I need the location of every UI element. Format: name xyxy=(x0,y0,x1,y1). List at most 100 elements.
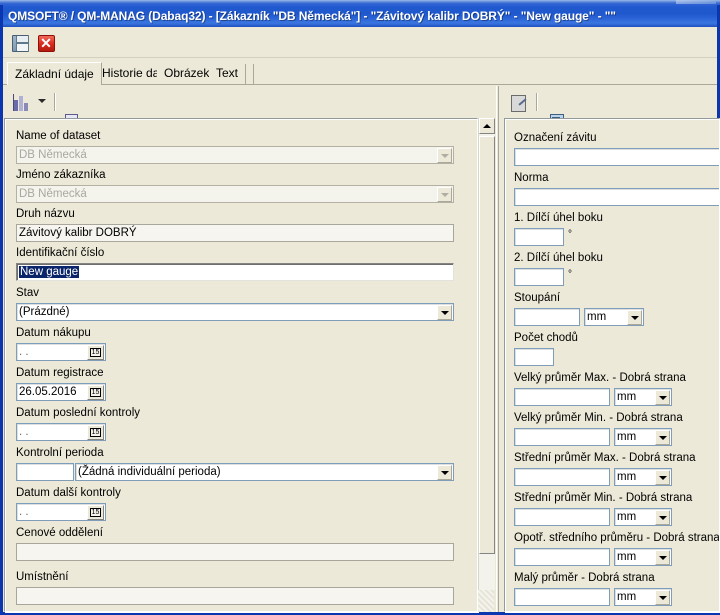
unit-value: mm xyxy=(617,471,637,483)
chevron-down-icon[interactable] xyxy=(655,430,670,445)
tab-zakladni-udaje[interactable]: Základní údaje xyxy=(7,62,102,85)
field-stredni-prumer-min[interactable] xyxy=(514,508,610,526)
label-umistneni: Umístnění xyxy=(16,571,69,583)
field-maly-prumer[interactable] xyxy=(514,588,610,606)
field-oznaceni-zavitu[interactable] xyxy=(514,148,719,166)
left-panel-toolbar xyxy=(4,88,494,150)
chart-bars-icon[interactable] xyxy=(12,93,32,113)
panel-splitter[interactable] xyxy=(494,86,502,612)
application-window: QMSOFT® / QM-MANAG (Dabaq32) - [Zákazník… xyxy=(0,0,720,615)
chevron-down-icon[interactable] xyxy=(655,510,670,525)
save-button[interactable] xyxy=(9,32,31,54)
unit-maly-prumer[interactable]: mm xyxy=(614,588,672,606)
field-kontrolni-perioda-type[interactable]: (Žádná individuální perioda) xyxy=(75,463,454,481)
field-opotr-stredniho-prumeru[interactable] xyxy=(514,548,610,566)
field-name-of-dataset[interactable]: DB Německá xyxy=(16,146,454,164)
chevron-down-icon[interactable] xyxy=(655,470,670,485)
value-stav: (Prázdné) xyxy=(19,306,70,318)
chevron-down-icon[interactable] xyxy=(655,390,670,405)
field-datum-posledni-kontroly[interactable]: . . 15 xyxy=(16,423,106,441)
field-datum-nakupu[interactable]: . . 15 xyxy=(16,343,106,361)
field-2-dilci-uhel-boku[interactable] xyxy=(514,268,564,286)
field-umistneni[interactable] xyxy=(16,587,454,605)
right-form-panel: Označení závitu Norma 1. Dílčí úhel boku… xyxy=(504,118,720,612)
value-kontrolni-perioda-type: (Žádná individuální perioda) xyxy=(78,466,221,478)
scroll-up-button[interactable] xyxy=(479,118,495,134)
chevron-down-icon[interactable] xyxy=(437,148,452,163)
value-datum-registrace: 26.05.2016 xyxy=(19,386,77,398)
field-norma[interactable] xyxy=(514,188,719,206)
unit-opotr-stredniho-prumeru[interactable]: mm xyxy=(614,548,672,566)
field-1-dilci-uhel-boku[interactable] xyxy=(514,228,564,246)
unit-value: mm xyxy=(617,591,637,603)
unit-stredni-prumer-min[interactable]: mm xyxy=(614,508,672,526)
unit-value: mm xyxy=(617,511,637,523)
document-edit-icon[interactable] xyxy=(509,93,529,113)
label-datum-registrace: Datum registrace xyxy=(16,367,104,379)
field-stoupani[interactable] xyxy=(514,308,580,326)
value-jmeno-zakaznika: DB Německá xyxy=(19,188,87,200)
label-name-of-dataset: Name of dataset xyxy=(16,130,101,142)
label-cenove-oddeleni: Cenové oddělení xyxy=(16,527,103,539)
label-velky-prumer-min: Velký průměr Min. - Dobrá strana xyxy=(514,412,683,424)
window-title-bar: QMSOFT® / QM-MANAG (Dabaq32) - [Zákazník… xyxy=(3,5,717,27)
calendar-icon[interactable]: 15 xyxy=(87,425,104,440)
close-icon: ✕ xyxy=(37,34,55,52)
scrollbar-thumb[interactable] xyxy=(479,136,495,554)
chevron-down-icon[interactable] xyxy=(38,99,46,103)
field-pocet-chodu[interactable] xyxy=(514,348,554,366)
label-pocet-chodu: Počet chodů xyxy=(514,332,578,344)
tab-text[interactable]: Text xyxy=(209,64,247,85)
chevron-down-icon[interactable] xyxy=(437,465,452,480)
label-oznaceni-zavitu: Označení závitu xyxy=(514,132,597,144)
field-velky-prumer-max[interactable] xyxy=(514,388,610,406)
chevron-down-icon[interactable] xyxy=(655,590,670,605)
field-kontrolni-perioda-value[interactable] xyxy=(16,463,74,481)
tab-label: Historie dat xyxy=(102,66,163,80)
label-2-dilci-uhel-boku: 2. Dílčí úhel boku xyxy=(514,252,603,264)
value-name-of-dataset: DB Německá xyxy=(19,149,87,161)
tab-filler xyxy=(246,64,254,85)
field-jmeno-zakaznika[interactable]: DB Německá xyxy=(16,185,454,203)
close-button[interactable]: ✕ xyxy=(35,32,57,54)
left-panel-scrollbar[interactable] xyxy=(478,118,495,590)
value-identifikacni-cislo: New gauge xyxy=(19,266,80,278)
unit-stoupani[interactable]: mm xyxy=(584,308,644,326)
calendar-icon[interactable]: 15 xyxy=(87,385,104,400)
value-datum-dalsi-kontroly: . . xyxy=(19,506,29,518)
left-form-panel: Name of dataset DB Německá Jméno zákazní… xyxy=(4,118,478,612)
field-datum-dalsi-kontroly[interactable]: . . 15 xyxy=(16,503,106,521)
field-cenove-oddeleni[interactable] xyxy=(16,543,454,561)
degree-symbol-2: ° xyxy=(568,269,572,280)
value-druh-nazvu: Závitový kalibr DOBRÝ xyxy=(19,227,137,239)
unit-value: mm xyxy=(617,551,637,563)
chevron-down-icon[interactable] xyxy=(437,187,452,202)
label-datum-posledni-kontroly: Datum poslední kontroly xyxy=(16,407,141,419)
label-stredni-prumer-max: Střední průměr Max. - Dobrá strana xyxy=(514,452,696,464)
field-identifikacni-cislo[interactable]: New gauge xyxy=(16,263,454,281)
chevron-down-icon[interactable] xyxy=(437,305,452,320)
tab-label: Obrázek xyxy=(164,66,210,80)
tab-label: Text xyxy=(216,66,239,80)
field-datum-registrace[interactable]: 26.05.2016 15 xyxy=(16,383,106,401)
field-stav[interactable]: (Prázdné) xyxy=(16,303,454,321)
field-stredni-prumer-max[interactable] xyxy=(514,468,610,486)
chevron-down-icon[interactable] xyxy=(655,550,670,565)
tab-bar: Základní údaje Historie dat Obrázek Text xyxy=(3,62,717,85)
field-druh-nazvu[interactable]: Závitový kalibr DOBRÝ xyxy=(16,224,454,242)
unit-velky-prumer-max[interactable]: mm xyxy=(614,388,672,406)
label-jmeno-zakaznika: Jméno zákazníka xyxy=(16,169,106,181)
field-velky-prumer-min[interactable] xyxy=(514,428,610,446)
chevron-down-icon[interactable] xyxy=(627,310,642,325)
calendar-icon[interactable]: 15 xyxy=(87,345,104,360)
unit-stredni-prumer-max[interactable]: mm xyxy=(614,468,672,486)
window-controls-sliver xyxy=(676,0,716,4)
scrollbar-corner xyxy=(478,590,494,612)
unit-value: mm xyxy=(617,431,637,443)
calendar-icon[interactable]: 15 xyxy=(87,505,104,520)
value-datum-nakupu: . . xyxy=(19,346,29,358)
toolbar-separator xyxy=(54,93,56,111)
degree-symbol-1: ° xyxy=(568,229,572,240)
label-velky-prumer-max: Velký průměr Max. - Dobrá strana xyxy=(514,372,686,384)
unit-velky-prumer-min[interactable]: mm xyxy=(614,428,672,446)
